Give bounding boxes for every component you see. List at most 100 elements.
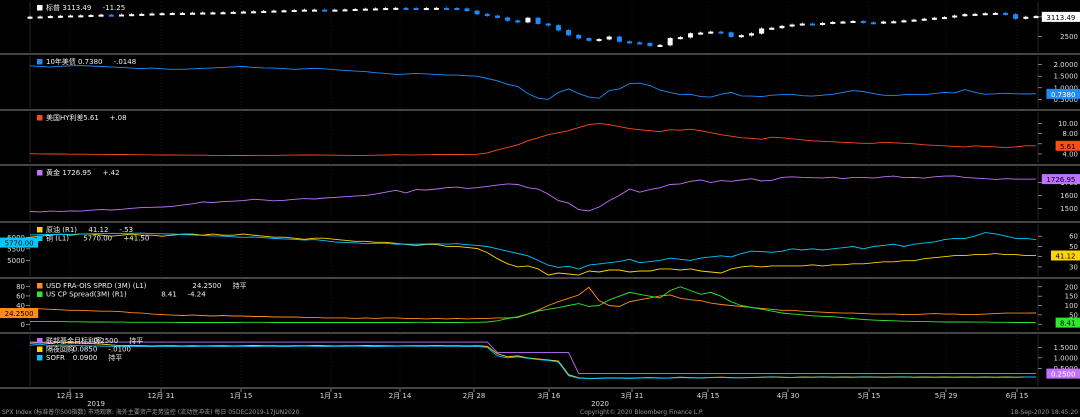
- legend-swatch: [37, 355, 43, 361]
- legend-swatch: [37, 235, 43, 241]
- candle: [342, 9, 348, 12]
- y-tick-label-left: 0: [21, 321, 25, 329]
- candle: [149, 13, 155, 16]
- legend-change: -.53: [119, 226, 133, 234]
- candle: [413, 8, 419, 11]
- candle: [891, 21, 897, 24]
- candle: [322, 9, 328, 12]
- last-value-tag-label: 1726.95: [1046, 176, 1075, 184]
- y-tick-label-right: 2.0000: [1054, 61, 1079, 69]
- last-value-tag-label: 5770.00: [5, 240, 34, 248]
- legend-change: -11.25: [103, 4, 126, 12]
- y-tick-label-left: 5000: [7, 257, 25, 265]
- y-tick-label-right: 4.00: [1062, 150, 1078, 158]
- legend-change: +41.50: [123, 235, 149, 243]
- legend-change: -.0148: [114, 58, 137, 66]
- candle: [972, 13, 978, 16]
- legend: 美国HY利差 5.61 +.08: [37, 113, 127, 122]
- legend-swatch: [37, 170, 43, 176]
- candle: [1013, 14, 1019, 19]
- candle: [586, 38, 592, 41]
- candle: [911, 19, 917, 22]
- candle: [220, 12, 226, 15]
- candle: [1003, 12, 1009, 15]
- candle: [98, 14, 104, 17]
- y-tick-label-right: 1.5000: [1054, 344, 1079, 352]
- legend-value: 24.2500: [192, 282, 221, 290]
- legend-swatch: [37, 291, 43, 297]
- candle: [383, 8, 389, 11]
- candle: [291, 9, 297, 12]
- candle: [312, 9, 318, 12]
- candle: [820, 22, 826, 25]
- candle: [525, 17, 531, 23]
- legend-change: 持平: [233, 281, 247, 290]
- x-tick-label: 5月 15: [858, 392, 881, 400]
- candle: [433, 7, 439, 10]
- candle: [1023, 16, 1029, 19]
- y-tick-label-left: 80: [16, 283, 25, 291]
- candle: [698, 32, 704, 35]
- last-value-tag-label: 8.41: [1060, 320, 1076, 328]
- legend-swatch: [37, 5, 43, 11]
- candle: [240, 11, 246, 14]
- candle: [769, 27, 775, 30]
- legend-change: -.0100: [108, 346, 131, 354]
- legend-label: 美国HY利差: [46, 113, 84, 122]
- y-tick-label-left: 60: [16, 292, 25, 300]
- candle: [708, 31, 714, 34]
- candle: [901, 20, 907, 23]
- candle: [1033, 16, 1039, 19]
- last-value-tag-label: 5.61: [1060, 143, 1076, 151]
- candle: [667, 38, 673, 46]
- x-tick-label: 2月 28: [463, 392, 486, 400]
- candle: [403, 7, 409, 10]
- candle: [962, 14, 968, 17]
- candle: [27, 16, 33, 19]
- legend-label: SOFR: [46, 354, 65, 362]
- legend-label: US CP Spread(3M) (R1): [46, 291, 127, 299]
- legend: 标普 3113.49 -11.25: [37, 3, 125, 12]
- candle: [748, 33, 754, 36]
- candle: [108, 14, 114, 17]
- candle: [159, 13, 165, 16]
- legend-change: -4.24: [188, 291, 207, 299]
- x-tick-label: 4月 30: [777, 392, 800, 400]
- legend-swatch: [37, 346, 43, 352]
- x-year-label: 2020: [591, 400, 609, 408]
- legend-change: +.42: [103, 169, 120, 177]
- legend-value: 1726.95: [62, 169, 91, 177]
- legend-change: 持平: [108, 353, 122, 362]
- candle: [444, 7, 450, 10]
- candle: [251, 11, 257, 14]
- candle: [840, 21, 846, 24]
- candle: [982, 13, 988, 16]
- y-tick-label-right: 8.00: [1062, 130, 1078, 138]
- last-value-tag-label: 41.12: [1055, 253, 1075, 261]
- legend-swatch: [37, 59, 43, 65]
- candle: [728, 32, 734, 37]
- candle: [860, 20, 866, 23]
- legend-value: 5770.00: [83, 235, 112, 243]
- candle: [616, 36, 622, 42]
- y-tick-label-right: 30: [1069, 263, 1078, 271]
- legend-label: 10年美债: [46, 57, 76, 66]
- x-tick-label: 1月 31: [320, 392, 343, 400]
- candle: [718, 31, 724, 34]
- candle: [647, 42, 653, 46]
- candle: [47, 16, 53, 19]
- last-value-tag-label: 3113.49: [1046, 14, 1075, 22]
- candle: [555, 25, 561, 31]
- candle: [931, 17, 937, 20]
- y-tick-label-right: 60: [1069, 233, 1078, 241]
- x-tick-label: 12月 13: [56, 392, 83, 400]
- y-tick-label-right: 100: [1065, 302, 1078, 310]
- footer-left: SPX Index (标准普尔500指数) 市场观察: 海外主要资产走势监控 (…: [2, 408, 300, 416]
- candle: [606, 36, 612, 40]
- candle: [362, 8, 368, 11]
- candle: [352, 9, 358, 12]
- candle: [505, 17, 511, 21]
- candle: [118, 14, 124, 17]
- candle: [789, 24, 795, 27]
- candle: [799, 23, 805, 26]
